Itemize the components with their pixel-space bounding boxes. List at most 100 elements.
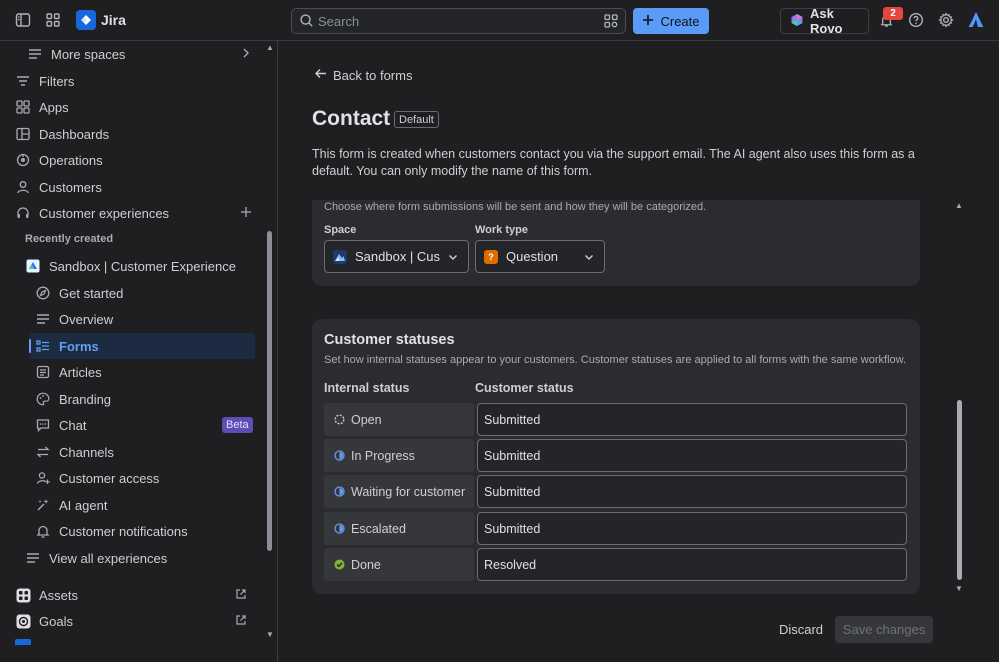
- scrollable-form-panel[interactable]: Choose where form submissions will be se…: [279, 200, 999, 600]
- sidebar-item-chat[interactable]: Chat Beta: [0, 412, 262, 438]
- sidebar-item-view-all-experiences[interactable]: View all experiences: [0, 545, 262, 571]
- recently-created-heading: Recently created: [25, 233, 114, 245]
- sidebar-item-label: Goals: [39, 613, 73, 629]
- internal-status-label: In Progress: [351, 448, 415, 463]
- question-work-type-icon: ?: [484, 249, 498, 264]
- app-switcher-icon[interactable]: [43, 10, 63, 30]
- sidebar-item-customer-access[interactable]: Customer access: [0, 465, 262, 491]
- project-label: Sandbox | Customer Experience: [49, 258, 236, 274]
- assets-icon: [15, 587, 31, 603]
- space-avatar-icon: [333, 249, 347, 264]
- sidebar-item-label: Filters: [39, 73, 75, 89]
- customer-status-input[interactable]: Submitted: [477, 439, 907, 472]
- search-input[interactable]: Search: [291, 8, 626, 34]
- sidebar-item-more-spaces[interactable]: More spaces: [0, 41, 262, 67]
- compass-icon: [35, 285, 51, 301]
- chat-icon: [35, 417, 51, 433]
- sidebar-item-filters[interactable]: Filters: [0, 68, 262, 94]
- sidebar-item-overview[interactable]: Overview: [0, 306, 262, 332]
- sidebar-item-label: Customer notifications: [59, 523, 188, 539]
- operations-icon: [15, 152, 31, 168]
- customer-status-input[interactable]: Submitted: [477, 403, 907, 436]
- scroll-up-arrow-icon[interactable]: ▲: [266, 44, 274, 52]
- jira-logo-icon[interactable]: [76, 10, 96, 30]
- create-button[interactable]: Create: [633, 8, 709, 34]
- sidebar-item-label: Assets: [39, 587, 79, 603]
- sidebar-item-ai-agent[interactable]: AI agent: [0, 492, 262, 518]
- arrows-icon: [35, 444, 51, 460]
- sidebar-item-label: Overview: [59, 311, 114, 327]
- plus-icon: [642, 14, 654, 29]
- atlassian-logo-icon[interactable]: [966, 10, 986, 30]
- sidebar-item-apps[interactable]: Apps: [0, 94, 262, 120]
- scroll-down-arrow-icon[interactable]: ▼: [266, 631, 274, 639]
- external-link-icon: [235, 614, 247, 629]
- customer-status-input[interactable]: Resolved: [477, 548, 907, 581]
- sidebar-scroll-thumb[interactable]: [267, 231, 272, 551]
- discard-button[interactable]: Discard: [771, 616, 831, 643]
- add-experience-plus-icon[interactable]: [240, 206, 252, 221]
- internal-status-label: Waiting for customer: [351, 484, 466, 499]
- space-value: Sandbox | Cus: [355, 249, 441, 264]
- sidebar-item-dashboards[interactable]: Dashboards: [0, 121, 262, 147]
- internal-status-cell: Done: [324, 548, 474, 581]
- sidebar-item-label: Operations: [39, 152, 103, 168]
- page-description: This form is created when customers cont…: [312, 147, 915, 178]
- scroll-down-arrow-icon[interactable]: ▼: [955, 585, 963, 593]
- sidebar-item-label: Customer experiences: [39, 205, 170, 221]
- ask-rovo-label: Ask Rovo: [810, 6, 843, 36]
- app-name[interactable]: Jira: [101, 12, 126, 28]
- sidebar-item-articles[interactable]: Articles: [0, 359, 262, 385]
- save-changes-button[interactable]: Save changes: [835, 616, 933, 643]
- customer-status-input[interactable]: Submitted: [477, 512, 907, 545]
- dashboard-icon: [15, 126, 31, 142]
- main-content: Back to forms Contact Default This form …: [279, 41, 999, 662]
- form-panel-scroll-thumb[interactable]: [957, 400, 962, 580]
- beta-badge: Beta: [222, 417, 253, 433]
- sidebar-project-sandbox[interactable]: Sandbox | Customer Experience: [0, 253, 262, 279]
- sidebar-item-customers[interactable]: Customers: [0, 174, 262, 200]
- sidebar-item-label: Customers: [39, 179, 102, 195]
- sidebar-item-customer-notifications[interactable]: Customer notifications: [0, 518, 262, 544]
- filter-icon: [15, 73, 31, 89]
- bell-icon: [35, 523, 51, 539]
- sidebar-item-operations[interactable]: Operations: [0, 147, 262, 173]
- sidebar-toggle-icon[interactable]: [13, 10, 33, 30]
- page-title: Contact: [312, 107, 391, 130]
- rovo-icon: [790, 13, 804, 30]
- ask-rovo-button[interactable]: Ask Rovo: [780, 6, 869, 36]
- internal-status-label: Escalated: [351, 521, 406, 536]
- search-filter-icon[interactable]: [603, 13, 619, 32]
- customer-statuses-title: Customer statuses: [324, 332, 455, 348]
- sidebar-item-label: Apps: [39, 99, 69, 115]
- sidebar-item-get-started[interactable]: Get started: [0, 280, 262, 306]
- work-type-select[interactable]: ? Question: [475, 240, 605, 273]
- settings-gear-icon[interactable]: [936, 10, 956, 30]
- sidebar-item-forms[interactable]: Forms: [29, 333, 255, 359]
- space-select[interactable]: Sandbox | Cus: [324, 240, 469, 273]
- back-to-forms-link[interactable]: Back to forms: [314, 67, 412, 83]
- back-label: Back to forms: [333, 67, 413, 83]
- customer-statuses-card: Customer statuses Set how internal statu…: [312, 319, 920, 594]
- internal-status-header: Internal status: [324, 381, 410, 395]
- help-icon[interactable]: [906, 10, 926, 30]
- in-progress-status-icon: [334, 450, 345, 461]
- sidebar-item-label: Channels: [59, 444, 114, 460]
- work-type-label: Work type: [475, 224, 528, 236]
- sidebar-item-label: Forms: [59, 338, 99, 354]
- open-status-icon: [334, 414, 345, 425]
- scroll-up-arrow-icon[interactable]: ▲: [955, 202, 963, 210]
- customer-status-input[interactable]: Submitted: [477, 475, 907, 508]
- space-label: Space: [324, 224, 357, 236]
- status-row-open: Open Submitted: [324, 403, 907, 436]
- sidebar-item-label: More spaces: [51, 46, 126, 62]
- chevron-down-icon: [447, 251, 459, 266]
- routing-card: Choose where form submissions will be se…: [312, 200, 920, 286]
- sidebar-item-branding[interactable]: Branding: [0, 386, 262, 412]
- partial-sidebar-item-icon: [15, 639, 31, 645]
- sidebar-item-goals[interactable]: Goals: [0, 608, 262, 634]
- sidebar-item-customer-experiences[interactable]: Customer experiences: [0, 200, 262, 226]
- sidebar-item-channels[interactable]: Channels: [0, 439, 262, 465]
- in-progress-status-icon: [334, 486, 345, 497]
- sidebar-item-assets[interactable]: Assets: [0, 582, 262, 608]
